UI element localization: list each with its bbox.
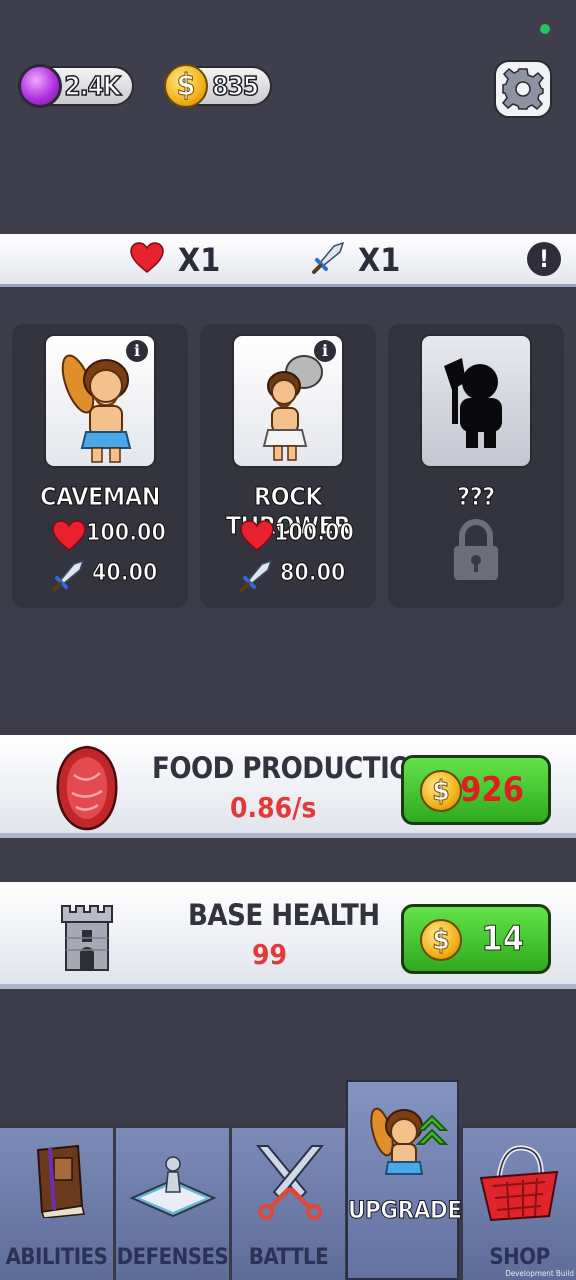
shopping-basket-icon: [479, 1145, 559, 1222]
tab-label: ABILITIES: [5, 1245, 108, 1270]
tab-battle[interactable]: BATTLE: [232, 1128, 345, 1280]
upgrade-caveman-icon: [370, 1107, 449, 1175]
attack-value: 80.00: [279, 560, 346, 587]
coin-icon: $: [420, 919, 462, 961]
upgrade-food-production: FOOD PRODUCTION 0.86/s $ 926: [0, 735, 576, 838]
health-multiplier: X1: [178, 241, 221, 279]
unit-card-rock-thrower[interactable]: i ROCK THROWER 100.00 80.00: [200, 324, 376, 608]
heart-icon: [240, 520, 274, 551]
book-icon: [36, 1144, 85, 1218]
heart-icon: [130, 242, 164, 273]
price-label: 14: [481, 919, 525, 960]
gem-icon: [18, 64, 62, 108]
unit-name: ???: [457, 482, 496, 512]
tab-label: DEFENSES: [116, 1245, 229, 1270]
lock-icon: [454, 519, 498, 580]
tab-label: UPGRADE: [348, 1196, 463, 1225]
locked-portrait: [420, 334, 532, 468]
unit-attack: 40.00: [12, 558, 188, 594]
unit-health: 100.00: [200, 518, 376, 554]
unit-card-locked[interactable]: ???: [388, 324, 564, 608]
attack-value: 40.00: [91, 560, 158, 587]
unit-attack: 80.00: [200, 558, 376, 594]
sword-icon: [240, 559, 273, 592]
tower-icon: [61, 905, 113, 971]
gem-amount: 2.4K: [64, 71, 122, 103]
upgrade-title: BASE HEALTH: [188, 898, 380, 932]
upgrade-base-health: BASE HEALTH 99 $ 14: [0, 882, 576, 989]
army-stats-bar: X1 X1: [0, 234, 576, 287]
buy-base-health-button[interactable]: $ 14: [401, 904, 551, 974]
buy-food-button[interactable]: $ 926: [401, 755, 551, 825]
alert-icon[interactable]: !: [527, 242, 561, 276]
defense-board-icon: [130, 1156, 216, 1218]
health-value: 100.00: [86, 520, 167, 547]
tab-upgrade[interactable]: UPGRADE: [346, 1080, 463, 1280]
coin-icon: $: [420, 770, 462, 812]
unit-name: CAVEMAN: [39, 482, 161, 512]
info-icon[interactable]: i: [126, 340, 148, 362]
sword-icon: [312, 241, 345, 274]
gear-icon[interactable]: [494, 60, 552, 118]
info-icon[interactable]: i: [314, 340, 336, 362]
caveman-portrait: i: [44, 334, 156, 468]
unit-health: 100.00: [12, 518, 188, 554]
crossed-swords-icon: [255, 1145, 325, 1220]
coin-amount: 835: [211, 71, 259, 103]
upgrade-value: 99: [252, 938, 288, 971]
tab-defenses[interactable]: DEFENSES: [116, 1128, 229, 1280]
health-value: 100.00: [274, 520, 355, 547]
divider: [0, 842, 576, 880]
tab-label: BATTLE: [248, 1245, 329, 1270]
attack-multiplier: X1: [358, 241, 401, 279]
heart-icon: [52, 520, 86, 551]
status-dot: [540, 24, 550, 34]
silhouette-icon: [444, 358, 502, 448]
sword-icon: [52, 559, 85, 592]
development-build-label: Development Build: [505, 1269, 574, 1278]
tab-shop[interactable]: SHOP: [463, 1128, 576, 1280]
tab-abilities[interactable]: ABILITIES: [0, 1128, 113, 1280]
upgrade-value: 0.86/s: [230, 791, 317, 824]
unit-card-caveman[interactable]: i CAVEMAN 100.00 40.00: [12, 324, 188, 608]
price-label: 926: [460, 770, 524, 810]
tab-label: SHOP: [489, 1245, 550, 1270]
coin-icon: $: [164, 64, 208, 108]
upgrade-title: FOOD PRODUCTION: [152, 751, 433, 785]
meat-icon: [56, 745, 118, 831]
rock-thrower-portrait: i: [232, 334, 344, 468]
